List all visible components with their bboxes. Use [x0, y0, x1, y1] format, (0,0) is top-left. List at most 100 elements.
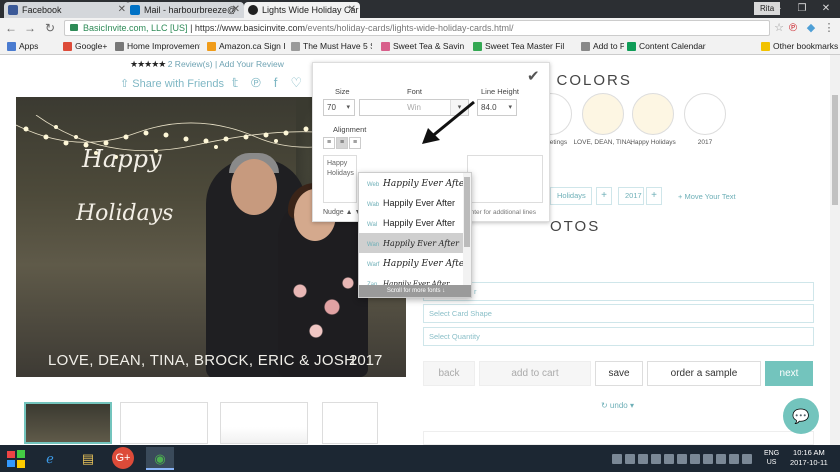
card-text-happy[interactable]: Happy — [82, 145, 162, 173]
back-button[interactable]: back — [423, 361, 475, 386]
page-scrollbar[interactable] — [830, 55, 840, 445]
tray-icon[interactable] — [664, 454, 674, 464]
card-thumbnail-envelope[interactable] — [220, 402, 308, 444]
text-field-year[interactable]: 2017 — [618, 187, 644, 205]
dropdown-scroll-thumb[interactable] — [464, 177, 470, 247]
forward-arrow-icon[interactable]: → — [22, 20, 38, 36]
text-input[interactable]: Happy Holidays — [323, 155, 357, 203]
reviews-link[interactable]: 2 Review(s) — [168, 59, 213, 69]
back-arrow-icon[interactable]: ← — [3, 20, 19, 36]
heart-icon[interactable]: ♡ — [290, 75, 302, 91]
text-field-holidays[interactable]: Holidays — [550, 187, 592, 205]
tab-facebook[interactable]: Facebook ✕ — [4, 2, 130, 18]
outlook-icon — [130, 5, 140, 15]
add-review-link[interactable]: Add Your Review — [219, 59, 284, 69]
pinterest-icon[interactable]: ℗ — [251, 75, 261, 90]
bookmark-content-calendar[interactable]: Content Calendar - G — [626, 40, 706, 53]
order-sample-button[interactable]: order a sample — [647, 361, 761, 386]
align-center-icon[interactable]: ≡ — [336, 137, 348, 149]
select-paper[interactable]: r — [423, 282, 814, 301]
tray-icon[interactable] — [651, 454, 661, 464]
size-select[interactable]: 70 ▾ — [323, 99, 355, 116]
close-icon[interactable]: ✕ — [232, 2, 240, 18]
card-thumbnail-extra[interactable] — [322, 402, 378, 444]
next-button[interactable]: next — [765, 361, 813, 386]
tray-icon[interactable] — [677, 454, 687, 464]
color-swatch[interactable] — [632, 93, 674, 135]
font-label: Font — [407, 87, 423, 96]
url-input[interactable]: BasicInvite.com, LLC [US] | https://www.… — [64, 20, 770, 36]
maximize-icon[interactable]: ❐ — [790, 0, 814, 18]
add-text-button[interactable]: + — [646, 187, 662, 205]
close-icon[interactable]: ✕ — [118, 2, 126, 18]
color-swatch[interactable] — [684, 93, 726, 135]
tab-lights-wide[interactable]: Lights Wide Holiday Car ✕ — [244, 2, 360, 18]
bookmark-google-plus[interactable]: Google+ — [62, 40, 110, 53]
font-dropdown[interactable]: Web Happily Ever After Wab Happily Ever Af… — [358, 172, 472, 298]
facebook-icon[interactable]: f — [274, 75, 278, 90]
card-text-names[interactable]: LOVE, DEAN, TINA, BROCK, ERIC & JOSH — [48, 352, 355, 369]
bookmark-sweet-tea-master[interactable]: Sweet Tea Master Fil — [472, 40, 572, 53]
move-text-link[interactable]: + Move Your Text — [678, 192, 736, 201]
pinterest-extension-icon[interactable]: ℗ — [786, 22, 800, 34]
line-height-select[interactable]: 84.0 ▾ — [477, 99, 517, 116]
font-option[interactable]: Warf Happily Ever After — [359, 253, 463, 273]
bookmark-home-improvement[interactable]: Home Improvement — [114, 40, 200, 53]
add-text-button[interactable]: + — [596, 187, 612, 205]
select-quantity[interactable]: Select Quantity — [423, 327, 814, 346]
checkmark-icon[interactable]: ✔ — [527, 67, 540, 85]
windows-start-icon[interactable] — [6, 449, 26, 469]
font-option[interactable]: Wab Happily Ever After — [359, 193, 463, 213]
tray-icon[interactable] — [690, 454, 700, 464]
close-window-icon[interactable]: ✕ — [814, 0, 838, 18]
font-option-selected[interactable]: Wan Happily Ever After — [359, 233, 463, 253]
twitter-icon[interactable]: 𝕥 — [232, 75, 238, 91]
dropdown-scrollbar[interactable] — [463, 173, 471, 285]
color-swatch[interactable] — [582, 93, 624, 135]
close-icon[interactable]: ✕ — [348, 2, 356, 18]
bookmark-sweet-tea-saving[interactable]: Sweet Tea & Saving — [380, 40, 464, 53]
folder-icon — [761, 42, 770, 51]
card-text-year[interactable]: 2017 — [349, 352, 382, 369]
google-plus-app-icon[interactable]: G+ — [112, 447, 134, 469]
internet-explorer-icon[interactable]: ℯ — [36, 447, 64, 470]
url-text: | https://www.basicinvite.com/events/hol… — [190, 23, 514, 33]
bookmark-must-have[interactable]: The Must Have 5 Ste — [290, 40, 372, 53]
font-option[interactable]: Wal Happily Ever After — [359, 213, 463, 233]
file-explorer-icon[interactable]: ▤ — [74, 447, 102, 470]
tray-icon[interactable] — [716, 454, 726, 464]
tray-icon[interactable] — [625, 454, 635, 464]
align-right-icon[interactable]: ≡ — [349, 137, 361, 149]
tray-icon[interactable] — [703, 454, 713, 464]
bookmark-apps[interactable]: Apps — [6, 40, 44, 53]
nudge-control[interactable]: Nudge ▲ ▼ — [323, 209, 361, 216]
extension-icon[interactable]: ◆ — [804, 22, 818, 34]
scrollbar-thumb[interactable] — [832, 95, 838, 205]
clock[interactable]: 10:16 AM 2017-10-11 — [790, 448, 828, 468]
card-thumbnail-back[interactable] — [120, 402, 208, 444]
align-left-icon[interactable]: ≡ — [323, 137, 335, 149]
font-option[interactable]: Web Happily Ever After — [359, 173, 463, 193]
language-indicator[interactable]: ENG US — [764, 449, 779, 467]
card-text-holidays[interactable]: Holidays — [76, 201, 173, 226]
tray-icon[interactable] — [742, 454, 752, 464]
tab-mail[interactable]: Mail - harbourbreeze@ ✕ — [126, 2, 244, 18]
chat-button[interactable]: 💬 — [783, 398, 819, 434]
text-input-area[interactable] — [467, 155, 543, 203]
tray-icon[interactable] — [612, 454, 622, 464]
undo-button[interactable]: ↻ undo ▾ — [601, 401, 634, 410]
bookmark-other[interactable]: Other bookmarks — [760, 40, 838, 53]
tray-icon[interactable] — [638, 454, 648, 464]
tray-icon[interactable] — [729, 454, 739, 464]
chrome-icon[interactable]: ◉ — [146, 447, 174, 470]
reload-icon[interactable]: ↻ — [42, 20, 58, 36]
star-icon[interactable]: ☆ — [772, 22, 786, 34]
select-card-shape[interactable]: Select Card Shape — [423, 304, 814, 323]
save-button[interactable]: save — [595, 361, 643, 386]
card-thumbnail-front[interactable] — [24, 402, 112, 444]
add-to-cart-button[interactable]: add to cart — [479, 361, 591, 386]
menu-icon[interactable]: ⋮ — [822, 22, 836, 34]
bookmark-add-to-pte[interactable]: Add to PTE — [580, 40, 624, 53]
minimize-icon[interactable]: – — [766, 0, 790, 18]
bookmark-amazon[interactable]: Amazon.ca Sign In — [206, 40, 286, 53]
